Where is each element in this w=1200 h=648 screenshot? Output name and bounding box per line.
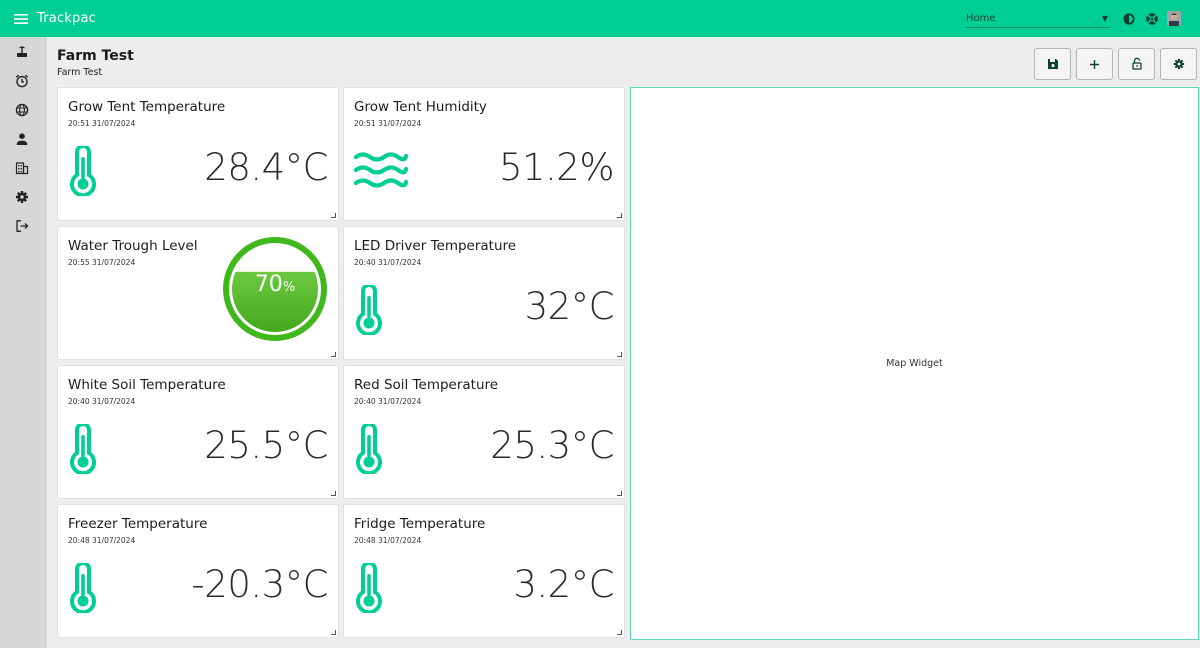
widget-timestamp: 20:40 31/07/2024 bbox=[354, 258, 422, 267]
thermometer-icon bbox=[70, 146, 96, 196]
widget-card-grow-tent-temperature[interactable]: Grow Tent Temperature 20:51 31/07/2024 2… bbox=[57, 87, 339, 221]
resize-handle[interactable] bbox=[617, 491, 622, 496]
widget-title: Grow Tent Temperature bbox=[68, 99, 226, 115]
widget-card-white-soil-temperature[interactable]: White Soil Temperature 20:40 31/07/2024 … bbox=[57, 365, 339, 499]
widget-value: 51.2% bbox=[498, 146, 615, 189]
resize-handle[interactable] bbox=[331, 630, 336, 635]
settings-button[interactable] bbox=[1160, 48, 1197, 80]
resize-handle[interactable] bbox=[617, 352, 622, 357]
thermometer-icon bbox=[356, 563, 382, 613]
resize-handle[interactable] bbox=[617, 213, 622, 218]
widget-value: 25.5°C bbox=[204, 424, 328, 467]
avatar[interactable] bbox=[1167, 11, 1181, 26]
gear-icon[interactable] bbox=[14, 189, 30, 205]
resize-handle[interactable] bbox=[617, 630, 622, 635]
brightness-icon[interactable] bbox=[1121, 11, 1137, 27]
waves-icon bbox=[353, 152, 409, 188]
lifebuoy-icon[interactable] bbox=[1144, 11, 1160, 27]
resize-handle[interactable] bbox=[331, 213, 336, 218]
widget-timestamp: 20:51 31/07/2024 bbox=[68, 119, 136, 128]
widget-timestamp: 20:55 31/07/2024 bbox=[68, 258, 136, 267]
save-icon bbox=[1047, 55, 1059, 74]
page-subtitle: Farm Test bbox=[57, 67, 103, 78]
widget-title: Fridge Temperature bbox=[354, 516, 486, 532]
widget-timestamp: 20:48 31/07/2024 bbox=[354, 536, 422, 545]
widget-title: Red Soil Temperature bbox=[354, 377, 499, 393]
widget-card-freezer-temperature[interactable]: Freezer Temperature 20:48 31/07/2024 -20… bbox=[57, 504, 339, 638]
widget-card-grow-tent-humidity[interactable]: Grow Tent Humidity 20:51 31/07/2024 51.2… bbox=[343, 87, 625, 221]
widget-value: 28.4°C bbox=[204, 146, 328, 189]
person-icon[interactable] bbox=[14, 131, 30, 147]
widget-card-led-driver-temperature[interactable]: LED Driver Temperature 20:40 31/07/2024 … bbox=[343, 226, 625, 360]
plus-icon bbox=[1089, 55, 1100, 74]
router-icon[interactable] bbox=[14, 44, 30, 60]
widget-timestamp: 20:40 31/07/2024 bbox=[68, 397, 136, 406]
gauge-unit: % bbox=[282, 280, 296, 295]
unlock-button[interactable] bbox=[1118, 48, 1155, 80]
thermometer-icon bbox=[70, 424, 96, 474]
widget-card-water-trough-level[interactable]: Water Trough Level 20:55 31/07/2024 70% bbox=[57, 226, 339, 360]
thermometer-icon bbox=[70, 563, 96, 613]
widget-title: LED Driver Temperature bbox=[354, 238, 517, 254]
menu-icon[interactable] bbox=[10, 8, 32, 30]
alarm-icon[interactable] bbox=[14, 73, 30, 89]
app-title: Trackpac bbox=[37, 11, 96, 26]
thermometer-icon bbox=[356, 424, 382, 474]
widget-value: 3.2°C bbox=[513, 563, 614, 606]
widget-timestamp: 20:51 31/07/2024 bbox=[354, 119, 422, 128]
widget-value: 32°C bbox=[524, 285, 615, 328]
sidebar bbox=[0, 37, 47, 648]
resize-handle[interactable] bbox=[331, 352, 336, 357]
gear-icon bbox=[1173, 55, 1185, 74]
widget-timestamp: 20:40 31/07/2024 bbox=[354, 397, 422, 406]
map-widget[interactable]: Map Widget bbox=[630, 87, 1199, 640]
widget-value: 25.3°C bbox=[490, 424, 614, 467]
gauge-value: 70% bbox=[222, 272, 328, 297]
logout-icon[interactable] bbox=[14, 218, 30, 234]
add-widget-button[interactable] bbox=[1076, 48, 1113, 80]
unlock-icon bbox=[1131, 55, 1143, 74]
resize-handle[interactable] bbox=[331, 491, 336, 496]
globe-icon[interactable] bbox=[14, 102, 30, 118]
page-title: Farm Test bbox=[57, 48, 134, 64]
widget-timestamp: 20:48 31/07/2024 bbox=[68, 536, 136, 545]
caret-down-icon: ▼ bbox=[1101, 13, 1108, 23]
gauge-number: 70 bbox=[254, 272, 283, 297]
building-icon[interactable] bbox=[14, 160, 30, 176]
widget-title: Grow Tent Humidity bbox=[354, 99, 487, 115]
widget-title: Freezer Temperature bbox=[68, 516, 208, 532]
widget-card-red-soil-temperature[interactable]: Red Soil Temperature 20:40 31/07/2024 25… bbox=[343, 365, 625, 499]
widget-card-fridge-temperature[interactable]: Fridge Temperature 20:48 31/07/2024 3.2°… bbox=[343, 504, 625, 638]
widget-value: -20.3°C bbox=[191, 563, 328, 606]
dashboard-select[interactable]: Home ▼ bbox=[966, 9, 1110, 28]
widget-title: White Soil Temperature bbox=[68, 377, 226, 393]
widget-title: Water Trough Level bbox=[68, 238, 198, 254]
map-widget-label: Map Widget bbox=[886, 358, 943, 369]
save-button[interactable] bbox=[1034, 48, 1071, 80]
thermometer-icon bbox=[356, 285, 382, 335]
dashboard-select-value: Home bbox=[966, 12, 996, 24]
